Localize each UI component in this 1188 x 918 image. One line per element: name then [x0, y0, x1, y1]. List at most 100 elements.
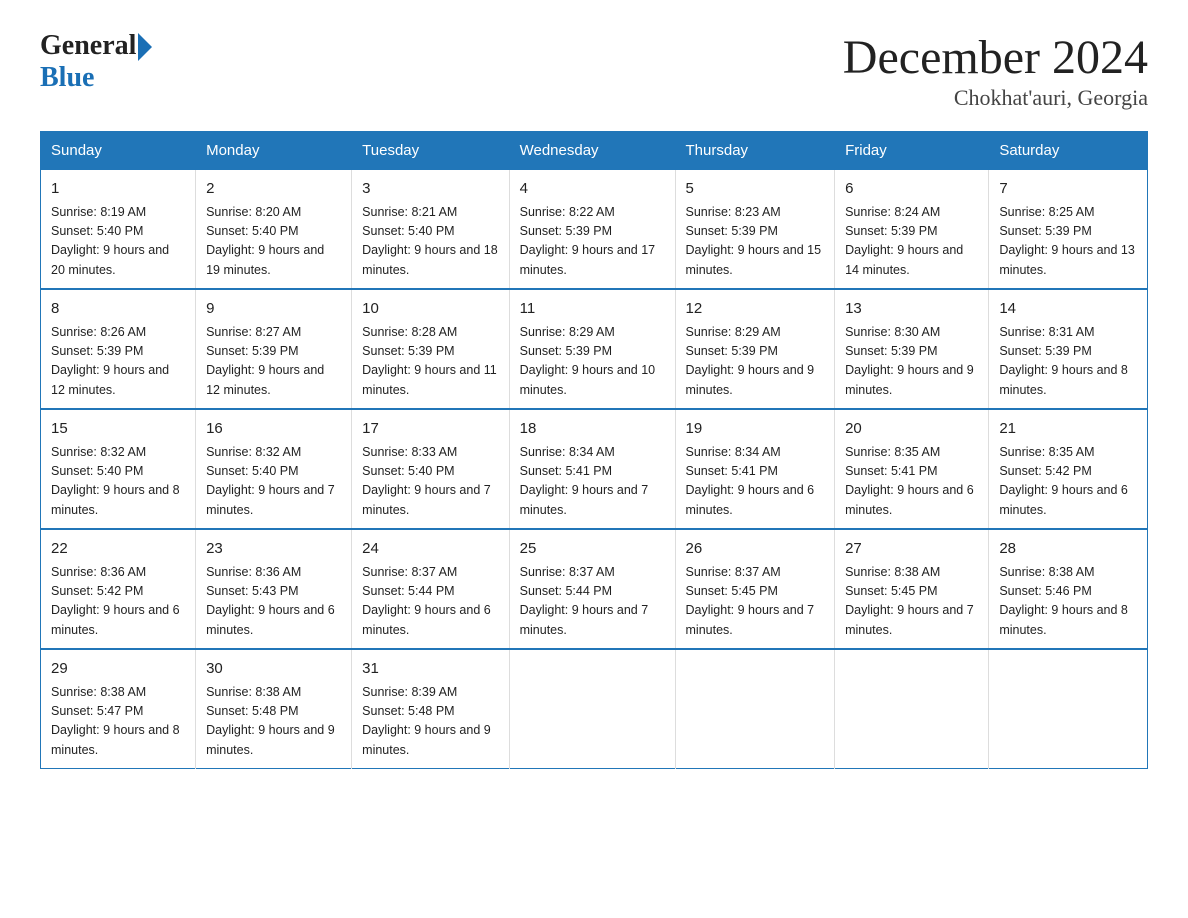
calendar-cell: 11Sunrise: 8:29 AMSunset: 5:39 PMDayligh…: [509, 289, 675, 409]
calendar-cell: 7Sunrise: 8:25 AMSunset: 5:39 PMDaylight…: [989, 170, 1148, 290]
title-section: December 2024 Chokhat'auri, Georgia: [843, 30, 1148, 111]
day-info: Sunrise: 8:32 AMSunset: 5:40 PMDaylight:…: [51, 443, 185, 521]
day-info: Sunrise: 8:34 AMSunset: 5:41 PMDaylight:…: [520, 443, 665, 521]
calendar-cell: 13Sunrise: 8:30 AMSunset: 5:39 PMDayligh…: [835, 289, 989, 409]
calendar-cell: 19Sunrise: 8:34 AMSunset: 5:41 PMDayligh…: [675, 409, 835, 529]
day-info: Sunrise: 8:38 AMSunset: 5:47 PMDaylight:…: [51, 683, 185, 761]
day-number: 19: [686, 418, 825, 441]
calendar-week-row: 29Sunrise: 8:38 AMSunset: 5:47 PMDayligh…: [41, 649, 1148, 769]
days-header-row: SundayMondayTuesdayWednesdayThursdayFrid…: [41, 132, 1148, 170]
calendar-subtitle: Chokhat'auri, Georgia: [843, 85, 1148, 111]
day-info: Sunrise: 8:32 AMSunset: 5:40 PMDaylight:…: [206, 443, 341, 521]
calendar-week-row: 8Sunrise: 8:26 AMSunset: 5:39 PMDaylight…: [41, 289, 1148, 409]
day-info: Sunrise: 8:29 AMSunset: 5:39 PMDaylight:…: [686, 323, 825, 401]
day-number: 3: [362, 178, 498, 201]
day-number: 2: [206, 178, 341, 201]
calendar-cell: 14Sunrise: 8:31 AMSunset: 5:39 PMDayligh…: [989, 289, 1148, 409]
day-number: 23: [206, 538, 341, 561]
day-number: 12: [686, 298, 825, 321]
day-info: Sunrise: 8:25 AMSunset: 5:39 PMDaylight:…: [999, 203, 1137, 281]
day-info: Sunrise: 8:34 AMSunset: 5:41 PMDaylight:…: [686, 443, 825, 521]
day-number: 1: [51, 178, 185, 201]
day-info: Sunrise: 8:28 AMSunset: 5:39 PMDaylight:…: [362, 323, 498, 401]
calendar-cell: 20Sunrise: 8:35 AMSunset: 5:41 PMDayligh…: [835, 409, 989, 529]
calendar-cell: 23Sunrise: 8:36 AMSunset: 5:43 PMDayligh…: [196, 529, 352, 649]
day-info: Sunrise: 8:27 AMSunset: 5:39 PMDaylight:…: [206, 323, 341, 401]
calendar-cell: 12Sunrise: 8:29 AMSunset: 5:39 PMDayligh…: [675, 289, 835, 409]
calendar-cell: [989, 649, 1148, 769]
header-day-saturday: Saturday: [989, 132, 1148, 170]
day-number: 20: [845, 418, 978, 441]
day-number: 24: [362, 538, 498, 561]
day-info: Sunrise: 8:39 AMSunset: 5:48 PMDaylight:…: [362, 683, 498, 761]
day-number: 16: [206, 418, 341, 441]
day-info: Sunrise: 8:20 AMSunset: 5:40 PMDaylight:…: [206, 203, 341, 281]
day-info: Sunrise: 8:30 AMSunset: 5:39 PMDaylight:…: [845, 323, 978, 401]
calendar-week-row: 1Sunrise: 8:19 AMSunset: 5:40 PMDaylight…: [41, 170, 1148, 290]
calendar-cell: 5Sunrise: 8:23 AMSunset: 5:39 PMDaylight…: [675, 170, 835, 290]
day-info: Sunrise: 8:21 AMSunset: 5:40 PMDaylight:…: [362, 203, 498, 281]
day-info: Sunrise: 8:22 AMSunset: 5:39 PMDaylight:…: [520, 203, 665, 281]
day-number: 31: [362, 658, 498, 681]
day-number: 11: [520, 298, 665, 321]
day-number: 17: [362, 418, 498, 441]
calendar-cell: 6Sunrise: 8:24 AMSunset: 5:39 PMDaylight…: [835, 170, 989, 290]
day-info: Sunrise: 8:35 AMSunset: 5:41 PMDaylight:…: [845, 443, 978, 521]
day-number: 6: [845, 178, 978, 201]
day-info: Sunrise: 8:37 AMSunset: 5:44 PMDaylight:…: [520, 563, 665, 641]
calendar-cell: 4Sunrise: 8:22 AMSunset: 5:39 PMDaylight…: [509, 170, 675, 290]
day-info: Sunrise: 8:38 AMSunset: 5:46 PMDaylight:…: [999, 563, 1137, 641]
calendar-cell: 18Sunrise: 8:34 AMSunset: 5:41 PMDayligh…: [509, 409, 675, 529]
header-day-sunday: Sunday: [41, 132, 196, 170]
day-number: 22: [51, 538, 185, 561]
day-info: Sunrise: 8:36 AMSunset: 5:42 PMDaylight:…: [51, 563, 185, 641]
day-number: 8: [51, 298, 185, 321]
day-number: 13: [845, 298, 978, 321]
day-info: Sunrise: 8:23 AMSunset: 5:39 PMDaylight:…: [686, 203, 825, 281]
day-info: Sunrise: 8:29 AMSunset: 5:39 PMDaylight:…: [520, 323, 665, 401]
day-number: 7: [999, 178, 1137, 201]
logo-general: General: [40, 30, 136, 62]
calendar-week-row: 15Sunrise: 8:32 AMSunset: 5:40 PMDayligh…: [41, 409, 1148, 529]
calendar-cell: 16Sunrise: 8:32 AMSunset: 5:40 PMDayligh…: [196, 409, 352, 529]
day-info: Sunrise: 8:31 AMSunset: 5:39 PMDaylight:…: [999, 323, 1137, 401]
header-day-thursday: Thursday: [675, 132, 835, 170]
day-info: Sunrise: 8:37 AMSunset: 5:44 PMDaylight:…: [362, 563, 498, 641]
calendar-cell: 9Sunrise: 8:27 AMSunset: 5:39 PMDaylight…: [196, 289, 352, 409]
day-number: 21: [999, 418, 1137, 441]
day-info: Sunrise: 8:33 AMSunset: 5:40 PMDaylight:…: [362, 443, 498, 521]
calendar-cell: 10Sunrise: 8:28 AMSunset: 5:39 PMDayligh…: [352, 289, 509, 409]
day-info: Sunrise: 8:38 AMSunset: 5:48 PMDaylight:…: [206, 683, 341, 761]
day-number: 14: [999, 298, 1137, 321]
page-header: General Blue December 2024 Chokhat'auri,…: [40, 30, 1148, 111]
calendar-cell: 17Sunrise: 8:33 AMSunset: 5:40 PMDayligh…: [352, 409, 509, 529]
calendar-cell: 24Sunrise: 8:37 AMSunset: 5:44 PMDayligh…: [352, 529, 509, 649]
calendar-cell: [509, 649, 675, 769]
day-number: 4: [520, 178, 665, 201]
calendar-cell: 31Sunrise: 8:39 AMSunset: 5:48 PMDayligh…: [352, 649, 509, 769]
day-number: 15: [51, 418, 185, 441]
calendar-cell: 25Sunrise: 8:37 AMSunset: 5:44 PMDayligh…: [509, 529, 675, 649]
day-info: Sunrise: 8:37 AMSunset: 5:45 PMDaylight:…: [686, 563, 825, 641]
day-info: Sunrise: 8:19 AMSunset: 5:40 PMDaylight:…: [51, 203, 185, 281]
calendar-cell: 3Sunrise: 8:21 AMSunset: 5:40 PMDaylight…: [352, 170, 509, 290]
calendar-cell: 15Sunrise: 8:32 AMSunset: 5:40 PMDayligh…: [41, 409, 196, 529]
calendar-cell: 28Sunrise: 8:38 AMSunset: 5:46 PMDayligh…: [989, 529, 1148, 649]
calendar-cell: 26Sunrise: 8:37 AMSunset: 5:45 PMDayligh…: [675, 529, 835, 649]
logo: General Blue: [40, 30, 152, 94]
day-number: 28: [999, 538, 1137, 561]
day-info: Sunrise: 8:35 AMSunset: 5:42 PMDaylight:…: [999, 443, 1137, 521]
day-number: 27: [845, 538, 978, 561]
day-number: 5: [686, 178, 825, 201]
header-day-wednesday: Wednesday: [509, 132, 675, 170]
calendar-cell: 27Sunrise: 8:38 AMSunset: 5:45 PMDayligh…: [835, 529, 989, 649]
day-number: 10: [362, 298, 498, 321]
calendar-cell: 30Sunrise: 8:38 AMSunset: 5:48 PMDayligh…: [196, 649, 352, 769]
day-info: Sunrise: 8:36 AMSunset: 5:43 PMDaylight:…: [206, 563, 341, 641]
day-number: 9: [206, 298, 341, 321]
day-number: 18: [520, 418, 665, 441]
day-info: Sunrise: 8:24 AMSunset: 5:39 PMDaylight:…: [845, 203, 978, 281]
calendar-cell: 29Sunrise: 8:38 AMSunset: 5:47 PMDayligh…: [41, 649, 196, 769]
calendar-cell: [675, 649, 835, 769]
calendar-cell: 1Sunrise: 8:19 AMSunset: 5:40 PMDaylight…: [41, 170, 196, 290]
